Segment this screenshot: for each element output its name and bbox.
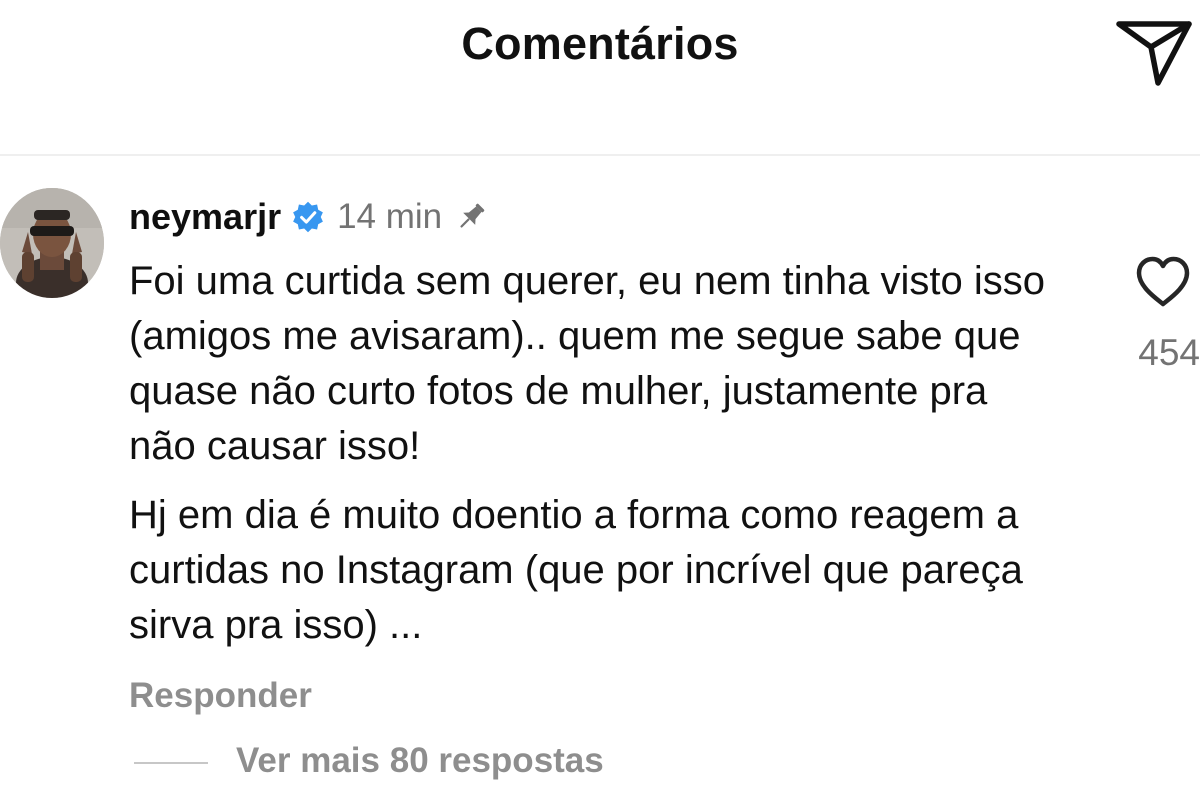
pin-icon (460, 203, 485, 228)
comment-paragraph: Hj em dia é muito doentio a forma como r… (129, 493, 1023, 647)
comment-timestamp: 14 min (337, 197, 443, 236)
comment-header: neymarjr 14 min (129, 192, 488, 242)
replies-divider (134, 762, 208, 764)
username-link[interactable]: neymarjr (129, 196, 281, 238)
like-count: 454 (1138, 332, 1200, 373)
comments-screen: Comentários neymarjr 14 min Foi uma curt… (0, 0, 1200, 800)
send-icon[interactable] (1112, 8, 1194, 90)
avatar[interactable] (0, 188, 104, 298)
avatar-image (0, 188, 104, 298)
page-title: Comentários (461, 18, 739, 69)
heart-icon[interactable] (1133, 254, 1193, 310)
comment-paragraph: Foi uma curtida sem querer, eu nem tinha… (129, 259, 1045, 468)
comment-text: Foi uma curtida sem querer, eu nem tinha… (129, 254, 1049, 653)
reply-button[interactable]: Responder (129, 676, 312, 716)
comments-header: Comentários (0, 0, 1200, 156)
verified-badge-icon (293, 201, 323, 233)
view-replies-button[interactable]: Ver mais 80 respostas (236, 741, 604, 781)
